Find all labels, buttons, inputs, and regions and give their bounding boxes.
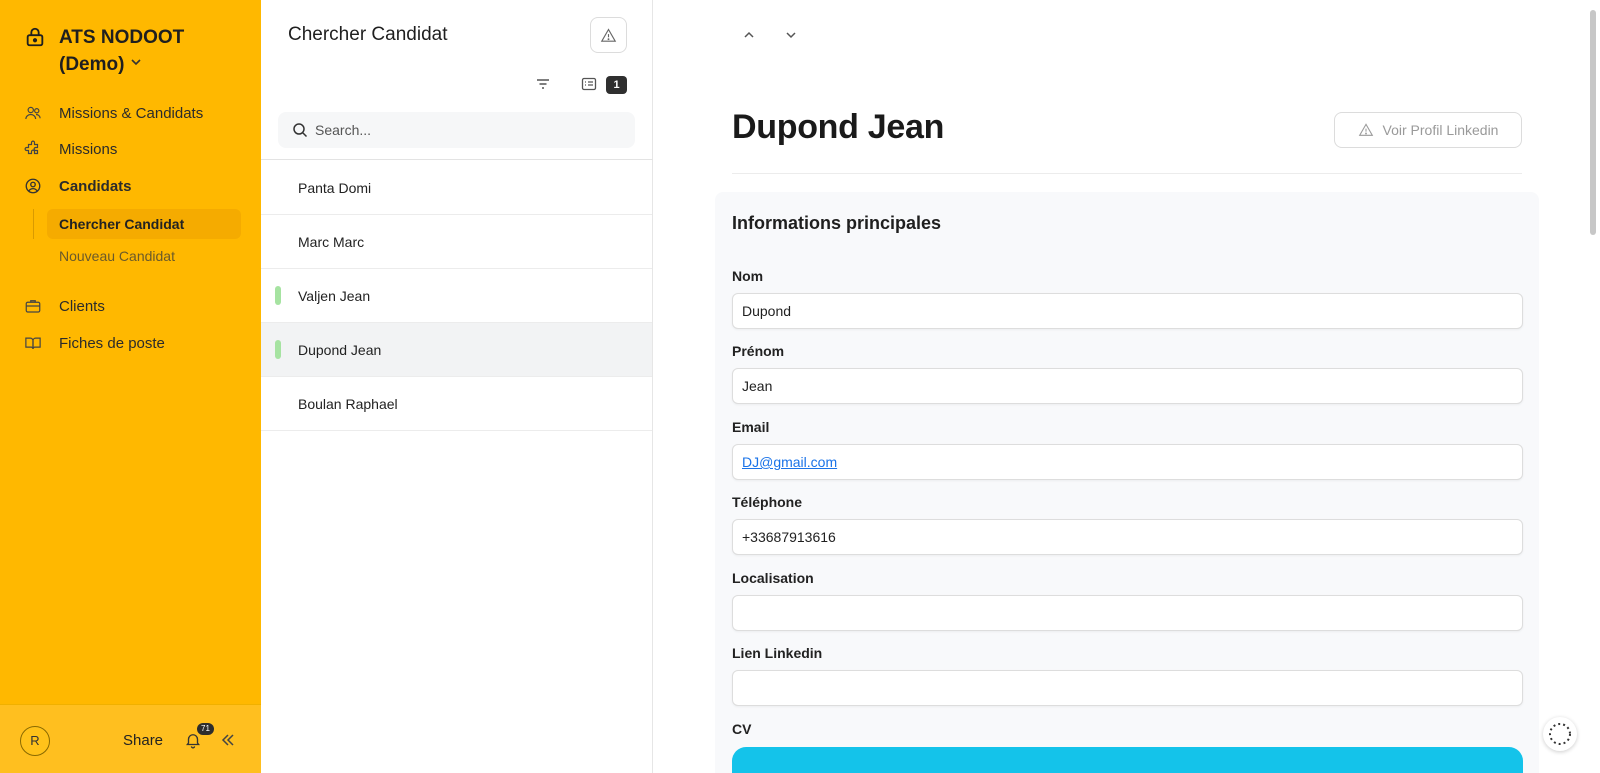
alert-button[interactable]	[590, 17, 627, 53]
notification-badge: 71	[197, 723, 214, 735]
candidate-name: Valjen Jean	[298, 288, 371, 304]
submenu-guide-line	[33, 209, 34, 239]
page-title: Dupond Jean	[732, 108, 945, 146]
list-item[interactable]: Marc Marc	[261, 215, 652, 269]
list-item[interactable]: Panta Domi	[261, 161, 652, 215]
nom-label: Nom	[732, 268, 764, 284]
book-open-icon	[25, 337, 41, 350]
sidebar-footer: R Share 71	[0, 704, 261, 773]
status-indicator	[275, 286, 281, 305]
workspace-switcher[interactable]: ATS NODOOT (Demo)	[24, 24, 184, 78]
chevron-up-icon[interactable]	[742, 28, 756, 42]
list-item-selected[interactable]: Dupond Jean	[261, 323, 652, 377]
share-button[interactable]: Share	[123, 732, 163, 749]
sidebar: ATS NODOOT (Demo) Missions & Candidats M…	[0, 0, 261, 773]
prenom-label: Prénom	[732, 343, 785, 359]
email-field[interactable]: DJ@gmail.com	[732, 444, 1523, 480]
nom-value: Dupond	[742, 303, 792, 319]
email-link[interactable]: DJ@gmail.com	[742, 454, 837, 470]
sidebar-item-missions[interactable]: Missions	[24, 137, 117, 161]
sidebar-item-label: Missions & Candidats	[59, 104, 204, 122]
workspace-suffix: (Demo)	[59, 54, 125, 75]
workspace-name: ATS NODOOT	[59, 27, 185, 48]
sidebar-subitem-chercher-candidat[interactable]: Chercher Candidat	[47, 209, 241, 239]
sidebar-item-candidats[interactable]: Candidats	[24, 174, 132, 198]
nom-field[interactable]: Dupond	[732, 293, 1523, 329]
candidate-list-panel: Chercher Candidat 1 Panta Domi Marc Marc…	[261, 0, 653, 773]
loading-spinner	[1543, 717, 1577, 751]
sidebar-item-label: Candidats	[59, 177, 132, 195]
candidate-detail-panel: Dupond Jean Voir Profil Linkedin Informa…	[653, 0, 1600, 773]
candidate-name: Dupond Jean	[298, 342, 382, 358]
prenom-value: Jean	[742, 378, 773, 394]
localisation-field[interactable]	[732, 595, 1523, 631]
list-view-icon[interactable]	[581, 76, 597, 92]
list-item[interactable]: Boulan Raphael	[261, 377, 652, 431]
list-title: Chercher Candidat	[288, 24, 448, 45]
cv-upload-area[interactable]	[732, 747, 1523, 773]
view-linkedin-label: Voir Profil Linkedin	[1382, 122, 1499, 138]
candidate-name: Panta Domi	[298, 180, 372, 196]
linkedin-label: Lien Linkedin	[732, 645, 823, 661]
main-info-card: Informations principales Nom Dupond Prén…	[715, 192, 1539, 773]
chevron-down-icon[interactable]	[784, 28, 798, 42]
sidebar-item-missions-candidats[interactable]: Missions & Candidats	[24, 101, 203, 125]
user-circle-icon	[25, 178, 41, 194]
email-label: Email	[732, 419, 770, 435]
search-field[interactable]	[278, 112, 635, 148]
scrollbar[interactable]	[1590, 10, 1596, 235]
candidate-name: Boulan Raphael	[298, 396, 398, 412]
warning-icon	[600, 27, 617, 42]
warning-icon	[1358, 123, 1373, 136]
localisation-label: Localisation	[732, 570, 814, 586]
lock-icon	[26, 27, 44, 47]
collapse-sidebar-icon[interactable]	[220, 732, 236, 748]
search-icon	[293, 123, 308, 138]
list-divider	[261, 159, 653, 160]
prenom-field[interactable]: Jean	[732, 368, 1523, 404]
telephone-value: +33687913616	[742, 529, 836, 545]
candidate-name: Marc Marc	[298, 234, 365, 250]
cv-label: CV	[732, 721, 752, 737]
spinner-icon	[1549, 723, 1571, 745]
linkedin-field[interactable]	[732, 670, 1523, 706]
sidebar-item-clients[interactable]: Clients	[24, 294, 105, 318]
telephone-label: Téléphone	[732, 494, 803, 510]
view-linkedin-button[interactable]: Voir Profil Linkedin	[1334, 112, 1522, 148]
users-icon	[25, 106, 41, 120]
telephone-field[interactable]: +33687913616	[732, 519, 1523, 555]
sidebar-item-label: Missions	[59, 140, 118, 158]
status-indicator	[275, 340, 281, 359]
title-divider	[732, 173, 1522, 174]
briefcase-icon	[25, 300, 41, 313]
filter-icon[interactable]	[535, 76, 551, 92]
selection-count-badge: 1	[606, 76, 627, 94]
chevron-down-icon	[131, 59, 142, 66]
section-title: Informations principales	[732, 213, 942, 233]
sidebar-subitem-nouveau-candidat[interactable]: Nouveau Candidat	[47, 241, 241, 271]
puzzle-icon	[24, 140, 39, 155]
avatar[interactable]: R	[20, 726, 50, 756]
sidebar-item-fiches-de-poste[interactable]: Fiches de poste	[24, 331, 165, 355]
workspace-title: ATS NODOOT (Demo)	[59, 24, 184, 78]
sidebar-item-label: Clients	[59, 297, 105, 315]
search-input[interactable]	[315, 122, 615, 138]
sidebar-item-label: Fiches de poste	[59, 334, 165, 352]
list-item[interactable]: Valjen Jean	[261, 269, 652, 323]
